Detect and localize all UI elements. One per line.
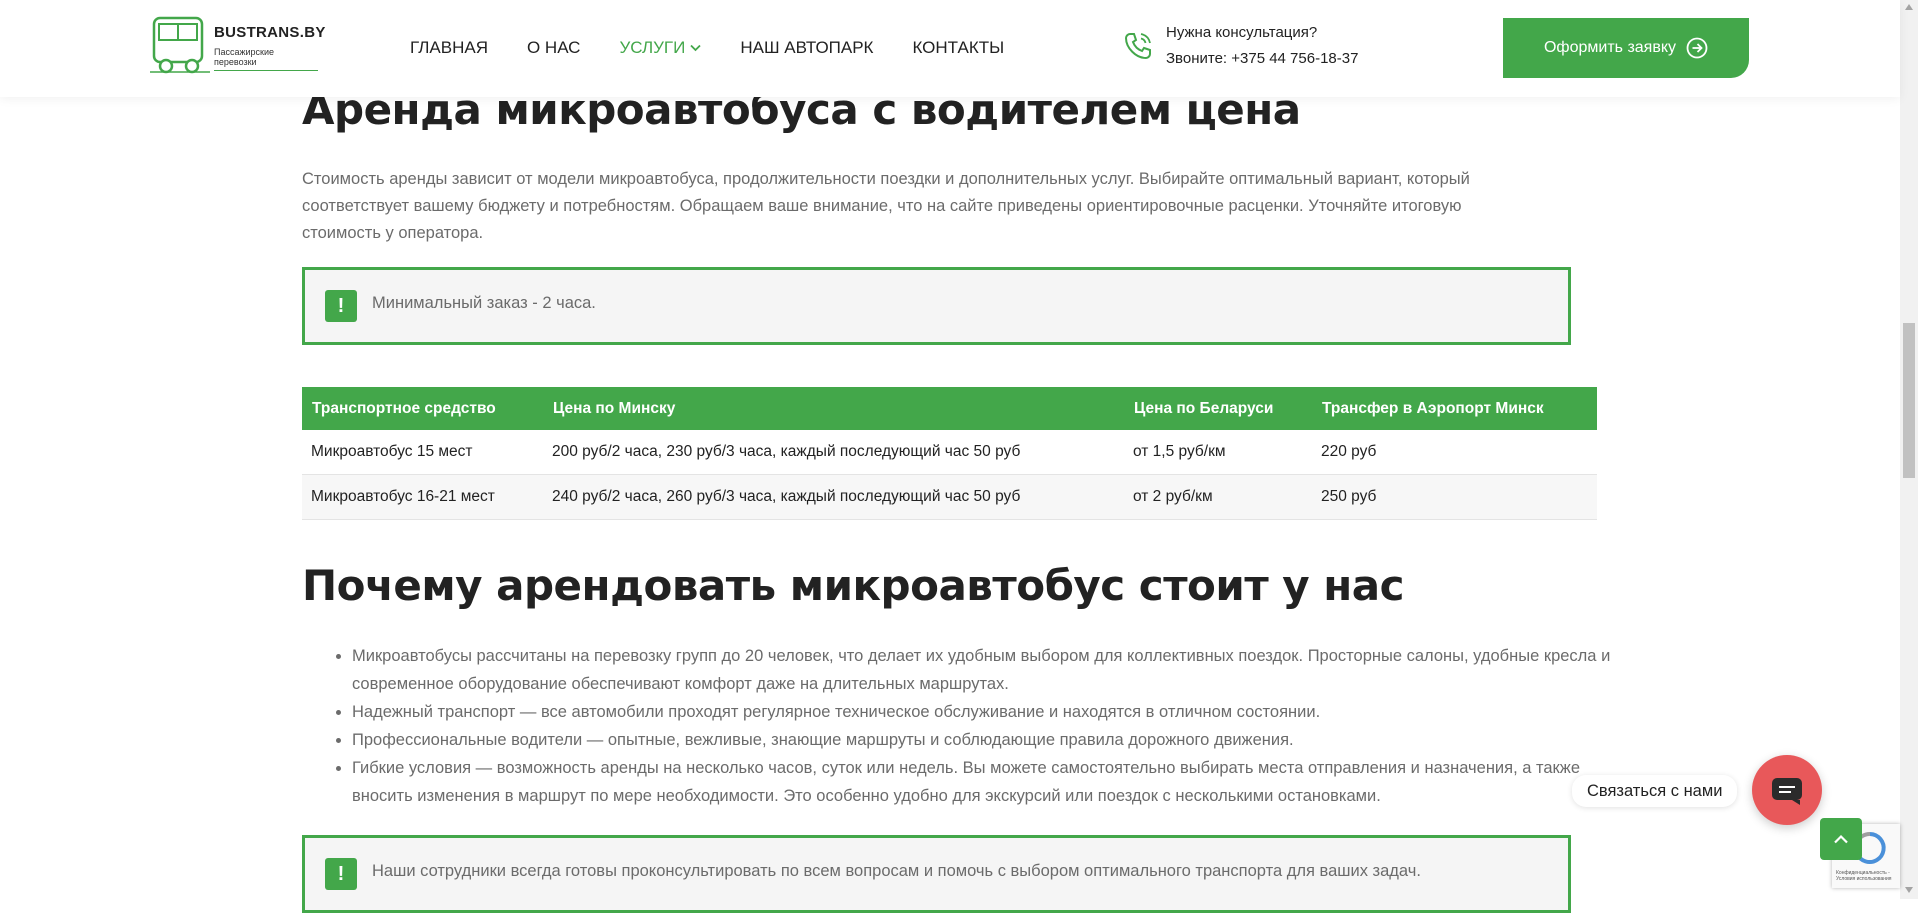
nav-item-fleet[interactable]: НАШ АВТОПАРК xyxy=(740,38,873,58)
consult-question: Нужна консультация? xyxy=(1166,24,1318,41)
price-table: Транспортное средство Цена по Минску Цен… xyxy=(302,387,1597,520)
table-row: Микроавтобус 16-21 мест 240 руб/2 часа, … xyxy=(302,474,1597,520)
table-cell: 250 руб xyxy=(1312,474,1597,520)
site-header: BUSTRANS.BY Пассажирские перевозки ГЛАВН… xyxy=(0,0,1900,97)
scrollbar-thumb[interactable] xyxy=(1903,323,1915,478)
table-header-row: Транспортное средство Цена по Минску Цен… xyxy=(302,387,1597,430)
logo-subtitle: Пассажирские перевозки xyxy=(214,47,318,71)
table-cell: 220 руб xyxy=(1312,430,1597,475)
notice-text: Наши сотрудники всегда готовы проконсуль… xyxy=(372,862,1421,880)
nav-item-contacts[interactable]: КОНТАКТЫ xyxy=(912,38,1004,58)
list-item: Гибкие условия — возможность аренды на н… xyxy=(352,754,1622,810)
table-cell: 240 руб/2 часа, 260 руб/3 часа, каждый п… xyxy=(543,474,1124,520)
column-header: Цена по Минску xyxy=(543,387,1124,430)
nav-item-about[interactable]: О НАС xyxy=(527,38,580,58)
price-intro-paragraph: Стоимость аренды зависит от модели микро… xyxy=(302,170,1470,242)
min-order-notice: ! Минимальный заказ - 2 часа. xyxy=(302,267,1571,345)
logo-name: BUSTRANS.BY xyxy=(214,24,326,41)
nav-item-label: КОНТАКТЫ xyxy=(912,38,1005,57)
nav-item-label: УСЛУГИ xyxy=(619,38,686,57)
arrow-right-circle-icon xyxy=(1686,37,1708,59)
table-row: Микроавтобус 15 мест 200 руб/2 часа, 230… xyxy=(302,430,1597,475)
exclamation-icon: ! xyxy=(325,290,357,322)
list-item: Микроавтобусы рассчитаны на перевозку гр… xyxy=(352,642,1622,698)
section-title-why-us: Почему арендовать микроавтобус стоит у н… xyxy=(302,561,1405,610)
notice-text: Минимальный заказ - 2 часа. xyxy=(372,294,596,312)
exclamation-icon: ! xyxy=(325,858,357,890)
nav-item-home[interactable]: ГЛАВНАЯ xyxy=(410,38,488,58)
scroll-to-top-button[interactable] xyxy=(1820,818,1862,860)
bus-logo-icon xyxy=(150,16,210,74)
list-item: Надежный транспорт — все автомобили прох… xyxy=(352,698,1622,726)
table-cell: Микроавтобус 16-21 мест xyxy=(302,474,543,520)
support-notice: ! Наши сотрудники всегда готовы проконсу… xyxy=(302,835,1571,913)
column-header: Транспортное средство xyxy=(302,387,543,430)
contact-us-label[interactable]: Связаться с нами xyxy=(1572,775,1738,807)
order-button-label: Оформить заявку xyxy=(1543,39,1677,56)
recaptcha-text: Конфиденциальность - Условия использован… xyxy=(1836,870,1892,882)
contact-us-button[interactable] xyxy=(1752,755,1822,825)
scroll-up-arrow-icon[interactable] xyxy=(1905,4,1913,10)
list-item: Профессиональные водители — опытные, веж… xyxy=(352,726,1622,754)
logo[interactable]: BUSTRANS.BY Пассажирские перевозки xyxy=(148,14,325,80)
table-cell: 200 руб/2 часа, 230 руб/3 часа, каждый п… xyxy=(543,430,1124,475)
scrollbar[interactable] xyxy=(1900,0,1918,899)
nav-item-label: О НАС xyxy=(526,38,581,57)
nav-item-services[interactable]: УСЛУГИ xyxy=(619,38,701,58)
consult-phone[interactable]: Звоните: +375 44 756-18-37 xyxy=(1166,50,1358,67)
phone-icon xyxy=(1124,33,1151,60)
main-nav: ГЛАВНАЯ О НАС УСЛУГИ НАШ АВТОПАРК КОНТАК… xyxy=(410,38,1043,58)
table-cell: от 1,5 руб/км xyxy=(1124,430,1312,475)
scroll-down-arrow-icon[interactable] xyxy=(1905,887,1913,893)
nav-item-label: НАШ АВТОПАРК xyxy=(740,38,874,57)
nav-item-label: ГЛАВНАЯ xyxy=(410,38,488,57)
chevron-down-icon xyxy=(690,44,701,52)
table-cell: Микроавтобус 15 мест xyxy=(302,430,543,475)
order-button[interactable]: Оформить заявку xyxy=(1503,18,1749,78)
benefits-list: Микроавтобусы рассчитаны на перевозку гр… xyxy=(302,642,1622,810)
column-header: Цена по Беларуси xyxy=(1124,387,1312,430)
recaptcha-terms[interactable]: Условия использования xyxy=(1836,876,1892,882)
chat-icon xyxy=(1772,778,1802,805)
column-header: Трансфер в Аэропорт Минск xyxy=(1312,387,1597,430)
table-cell: от 2 руб/км xyxy=(1124,474,1312,520)
arrow-up-icon xyxy=(1834,834,1848,844)
